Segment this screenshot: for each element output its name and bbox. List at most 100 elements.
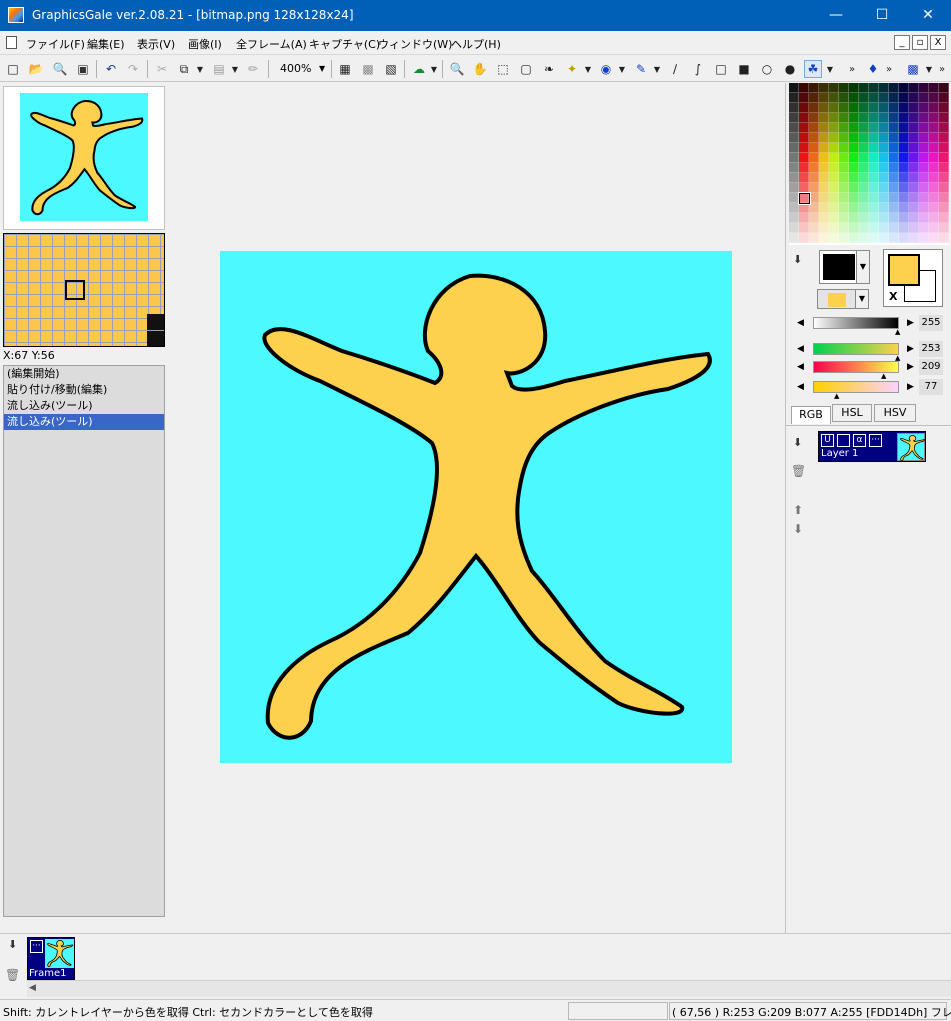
palette-swatch[interactable]: [879, 183, 889, 193]
zoom-tool-icon[interactable]: 🔍: [51, 60, 69, 78]
palette-swatch[interactable]: [839, 123, 849, 133]
palette-swatch[interactable]: [899, 83, 909, 93]
palette-swatch[interactable]: [939, 163, 949, 173]
palette-swatch[interactable]: [939, 113, 949, 123]
palette-swatch[interactable]: [909, 153, 919, 163]
drawing-canvas[interactable]: [220, 251, 732, 763]
palette-swatch[interactable]: [849, 203, 859, 213]
palette-swatch[interactable]: [799, 103, 809, 113]
line-tool-icon[interactable]: ∕: [666, 60, 684, 78]
palette-swatch[interactable]: [819, 113, 829, 123]
trash-icon[interactable]: 🗑: [791, 464, 806, 478]
palette-swatch[interactable]: [819, 93, 829, 103]
left-arrow-icon[interactable]: ◀: [797, 318, 804, 328]
free-select-icon[interactable]: ▢: [517, 60, 535, 78]
palette-swatch[interactable]: [859, 193, 869, 203]
palette-swatch[interactable]: [939, 83, 949, 93]
palette-swatch[interactable]: [809, 103, 819, 113]
palette-swatch[interactable]: [839, 203, 849, 213]
palette-swatch[interactable]: [829, 163, 839, 173]
palette-swatch[interactable]: [789, 213, 799, 223]
palette-swatch[interactable]: [829, 233, 839, 243]
palette-swatch[interactable]: [899, 103, 909, 113]
palette-swatch[interactable]: [899, 183, 909, 193]
right-arrow-icon[interactable]: ▶: [907, 362, 914, 372]
palette-swatch[interactable]: [919, 163, 929, 173]
palette-swatch[interactable]: [819, 223, 829, 233]
palette-swatch[interactable]: [899, 153, 909, 163]
palette-swatch[interactable]: [869, 203, 879, 213]
palette-swatch[interactable]: [939, 223, 949, 233]
palette-swatch[interactable]: [929, 163, 939, 173]
palette-swatch[interactable]: [879, 203, 889, 213]
palette-swatch[interactable]: [789, 153, 799, 163]
palette-swatch[interactable]: [929, 193, 939, 203]
slider-thumb-icon[interactable]: ▲: [895, 328, 900, 336]
palette-swatch[interactable]: [859, 183, 869, 193]
menu-help[interactable]: ヘルプ(H): [451, 36, 501, 52]
palette-swatch[interactable]: [869, 173, 879, 183]
palette-swatch[interactable]: [939, 103, 949, 113]
palette-swatch[interactable]: [889, 133, 899, 143]
palette-swatch[interactable]: [869, 213, 879, 223]
palette-swatch[interactable]: [919, 203, 929, 213]
palette-swatch[interactable]: [939, 213, 949, 223]
palette-swatch[interactable]: [819, 153, 829, 163]
palette-swatch[interactable]: [919, 123, 929, 133]
undo-icon[interactable]: ↶: [102, 60, 120, 78]
frame-item[interactable]: ··· Frame1: [27, 937, 75, 980]
palette-swatch[interactable]: [889, 143, 899, 153]
palette-swatch[interactable]: [839, 143, 849, 153]
palette-swatch[interactable]: [839, 153, 849, 163]
layer-alpha-icon[interactable]: α: [853, 434, 866, 447]
palette-swatch[interactable]: [829, 133, 839, 143]
palette-swatch[interactable]: [939, 193, 949, 203]
gray-value[interactable]: 255: [919, 315, 943, 331]
palette-swatch[interactable]: [909, 133, 919, 143]
preview-thumbnail[interactable]: [20, 93, 148, 221]
rect-select-icon[interactable]: ⬚: [494, 60, 512, 78]
filled-rect-tool-icon[interactable]: ■: [735, 60, 753, 78]
toolbar-overflow-icon[interactable]: »: [848, 60, 856, 78]
palette-swatch[interactable]: [859, 123, 869, 133]
palette-swatch[interactable]: [869, 163, 879, 173]
palette-swatch[interactable]: [889, 183, 899, 193]
mdi-close-button[interactable]: X: [930, 35, 946, 50]
palette-swatch[interactable]: [849, 173, 859, 183]
palette-swatch[interactable]: [929, 123, 939, 133]
palette-swatch[interactable]: [819, 133, 829, 143]
toolbar-overflow-2-icon[interactable]: »: [885, 60, 893, 78]
right-arrow-icon[interactable]: ▶: [907, 344, 914, 354]
palette-swatch[interactable]: [809, 123, 819, 133]
zoom-select[interactable]: 400% ▼: [272, 60, 328, 78]
palette-swatch[interactable]: [799, 153, 809, 163]
palette-swatch[interactable]: [919, 173, 929, 183]
palette-swatch[interactable]: [889, 203, 899, 213]
red-slider[interactable]: ◀ ▲ ▶ 253: [789, 341, 949, 362]
palette-swatch[interactable]: [819, 123, 829, 133]
palette-swatch[interactable]: [909, 213, 919, 223]
palette-swatch[interactable]: [899, 223, 909, 233]
selection-mode-icon[interactable]: ◉: [597, 60, 615, 78]
palette-swatch[interactable]: [859, 83, 869, 93]
palette-swatch[interactable]: [879, 193, 889, 203]
palette-swatch[interactable]: [889, 103, 899, 113]
palette-swatch[interactable]: [799, 233, 809, 243]
palette-swatch[interactable]: [789, 123, 799, 133]
hand-tool-icon[interactable]: ✋: [471, 60, 489, 78]
palette-swatch[interactable]: [799, 203, 809, 213]
palette-swatch[interactable]: [799, 83, 809, 93]
pen-dropdown-icon[interactable]: ▼: [653, 60, 661, 78]
palette-swatch[interactable]: [849, 233, 859, 243]
new-file-icon[interactable]: □: [4, 60, 22, 78]
paste-dropdown-icon[interactable]: ▼: [231, 60, 239, 78]
palette-swatch[interactable]: [809, 213, 819, 223]
palette-swatch[interactable]: [829, 183, 839, 193]
palette-swatch[interactable]: [809, 183, 819, 193]
palette-swatch[interactable]: [859, 223, 869, 233]
palette-swatch[interactable]: [799, 133, 809, 143]
palette-swatch[interactable]: [869, 183, 879, 193]
palette-swatch[interactable]: [939, 153, 949, 163]
palette-swatch[interactable]: [809, 233, 819, 243]
palette-swatch[interactable]: [789, 183, 799, 193]
